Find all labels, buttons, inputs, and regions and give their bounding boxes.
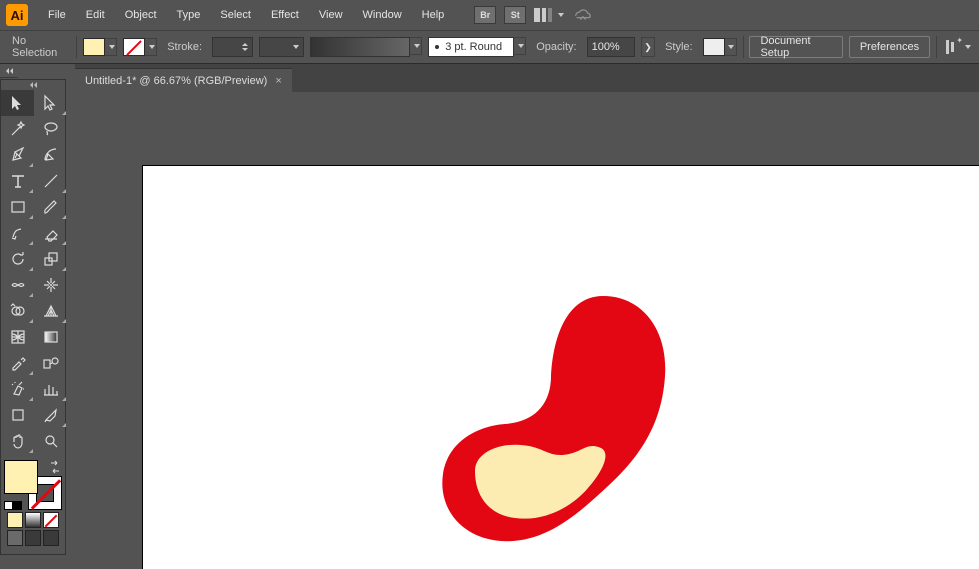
artwork-shape[interactable] xyxy=(433,286,683,566)
varwidth-profile-dropdown[interactable] xyxy=(259,37,304,57)
chevron-down-icon xyxy=(558,13,564,17)
sync-icon[interactable] xyxy=(572,6,594,25)
color-mode-row xyxy=(1,512,65,528)
opacity-label: Opacity: xyxy=(532,41,580,53)
stroke-color-picker[interactable] xyxy=(123,38,157,56)
document-setup-button[interactable]: Document Setup xyxy=(749,36,842,58)
brush-gradient-dropdown[interactable] xyxy=(310,37,422,57)
slice-tool[interactable] xyxy=(34,402,67,428)
gradient-mode-button[interactable] xyxy=(25,512,41,528)
paintbrush-tool[interactable] xyxy=(34,194,67,220)
selection-status: No Selection xyxy=(8,35,70,59)
stroke-weight-input[interactable] xyxy=(212,37,253,57)
swap-fill-stroke-icon[interactable] xyxy=(48,460,62,477)
magic-wand-tool[interactable] xyxy=(1,116,34,142)
fill-stroke-proxy[interactable] xyxy=(4,460,62,510)
menu-view[interactable]: View xyxy=(309,5,353,25)
document-tab-title: Untitled-1* @ 66.67% (RGB/Preview) xyxy=(85,75,267,87)
close-icon[interactable]: × xyxy=(275,75,281,87)
fill-color-picker[interactable] xyxy=(83,38,117,56)
width-tool[interactable] xyxy=(1,272,34,298)
default-fill-stroke-icon[interactable] xyxy=(4,501,22,510)
mesh-tool[interactable] xyxy=(1,324,34,350)
menu-help[interactable]: Help xyxy=(412,5,455,25)
perspective-grid-tool[interactable] xyxy=(34,298,67,324)
control-bar: No Selection Stroke: 3 pt. Round Opacity… xyxy=(0,30,979,64)
rectangle-tool[interactable] xyxy=(1,194,34,220)
none-mode-button[interactable] xyxy=(43,512,59,528)
shaper-tool[interactable] xyxy=(1,220,34,246)
opacity-input[interactable]: 100% xyxy=(587,37,635,57)
menu-edit[interactable]: Edit xyxy=(76,5,115,25)
screen-mode-row xyxy=(1,530,65,546)
full-screen-menu-button[interactable] xyxy=(25,530,41,546)
chevron-down-icon xyxy=(965,45,971,49)
menu-object[interactable]: Object xyxy=(115,5,167,25)
fill-proxy[interactable] xyxy=(4,460,38,494)
preferences-button[interactable]: Preferences xyxy=(849,36,930,58)
shape-builder-tool[interactable] xyxy=(1,298,34,324)
symbol-sprayer-tool[interactable] xyxy=(1,376,34,402)
canvas-area[interactable] xyxy=(75,92,979,569)
stroke-label: Stroke: xyxy=(163,41,206,53)
panel-collapse-grip[interactable] xyxy=(0,64,18,78)
blend-tool[interactable] xyxy=(34,350,67,376)
layout-icon xyxy=(534,6,556,24)
direct-selection-tool[interactable] xyxy=(34,90,67,116)
free-transform-tool[interactable] xyxy=(34,272,67,298)
fill-swatch-icon xyxy=(83,38,105,56)
panel-grip[interactable] xyxy=(1,80,65,90)
type-tool[interactable] xyxy=(1,168,34,194)
stroke-swatch-icon xyxy=(123,38,145,56)
graphic-style-dropdown[interactable] xyxy=(703,38,737,56)
selection-tool[interactable] xyxy=(1,90,34,116)
menu-bar: Ai File Edit Object Type Select Effect V… xyxy=(0,0,979,30)
style-swatch-icon xyxy=(703,38,725,56)
line-tool[interactable] xyxy=(34,168,67,194)
cream-highlight-shape xyxy=(475,445,605,519)
menu-window[interactable]: Window xyxy=(353,5,412,25)
pen-tool[interactable] xyxy=(1,142,34,168)
menu-select[interactable]: Select xyxy=(210,5,261,25)
menu-file[interactable]: File xyxy=(38,5,76,25)
align-icon: ✦ xyxy=(943,38,961,56)
hand-tool[interactable] xyxy=(1,428,34,454)
column-graph-tool[interactable] xyxy=(34,376,67,402)
brush-definition-dropdown[interactable]: 3 pt. Round xyxy=(428,37,526,57)
chevron-down-icon xyxy=(293,45,299,49)
stock-button[interactable]: St xyxy=(504,6,526,24)
zoom-tool[interactable] xyxy=(34,428,67,454)
opacity-dropdown[interactable]: ❯ xyxy=(641,37,655,57)
menu-effect[interactable]: Effect xyxy=(261,5,309,25)
lasso-tool[interactable] xyxy=(34,116,67,142)
color-mode-button[interactable] xyxy=(7,512,23,528)
curvature-tool[interactable] xyxy=(34,142,67,168)
chevron-down-icon xyxy=(149,45,155,49)
style-label: Style: xyxy=(661,41,697,53)
workspace-layout-switcher[interactable] xyxy=(534,6,564,24)
chevron-down-icon xyxy=(109,45,115,49)
align-to-dropdown[interactable]: ✦ xyxy=(943,38,971,56)
document-tabstrip: Untitled-1* @ 66.67% (RGB/Preview) × xyxy=(75,64,979,92)
eraser-tool[interactable] xyxy=(34,220,67,246)
tools-panel xyxy=(0,79,66,555)
full-screen-button[interactable] xyxy=(43,530,59,546)
chevron-down-icon xyxy=(728,45,734,49)
gradient-preview-icon xyxy=(310,37,410,57)
opacity-value: 100% xyxy=(592,41,620,53)
normal-screen-button[interactable] xyxy=(7,530,23,546)
eyedropper-tool[interactable] xyxy=(1,350,34,376)
brush-field: 3 pt. Round xyxy=(428,37,514,57)
artboard xyxy=(142,165,979,569)
rotate-tool[interactable] xyxy=(1,246,34,272)
app-icon: Ai xyxy=(6,4,28,26)
scale-tool[interactable] xyxy=(34,246,67,272)
chevron-down-icon xyxy=(414,44,420,48)
gradient-tool[interactable] xyxy=(34,324,67,350)
bridge-button[interactable]: Br xyxy=(474,6,496,24)
chevron-down-icon xyxy=(518,44,524,48)
artboard-tool[interactable] xyxy=(1,402,34,428)
menu-type[interactable]: Type xyxy=(167,5,211,25)
document-tab[interactable]: Untitled-1* @ 66.67% (RGB/Preview) × xyxy=(75,68,292,92)
